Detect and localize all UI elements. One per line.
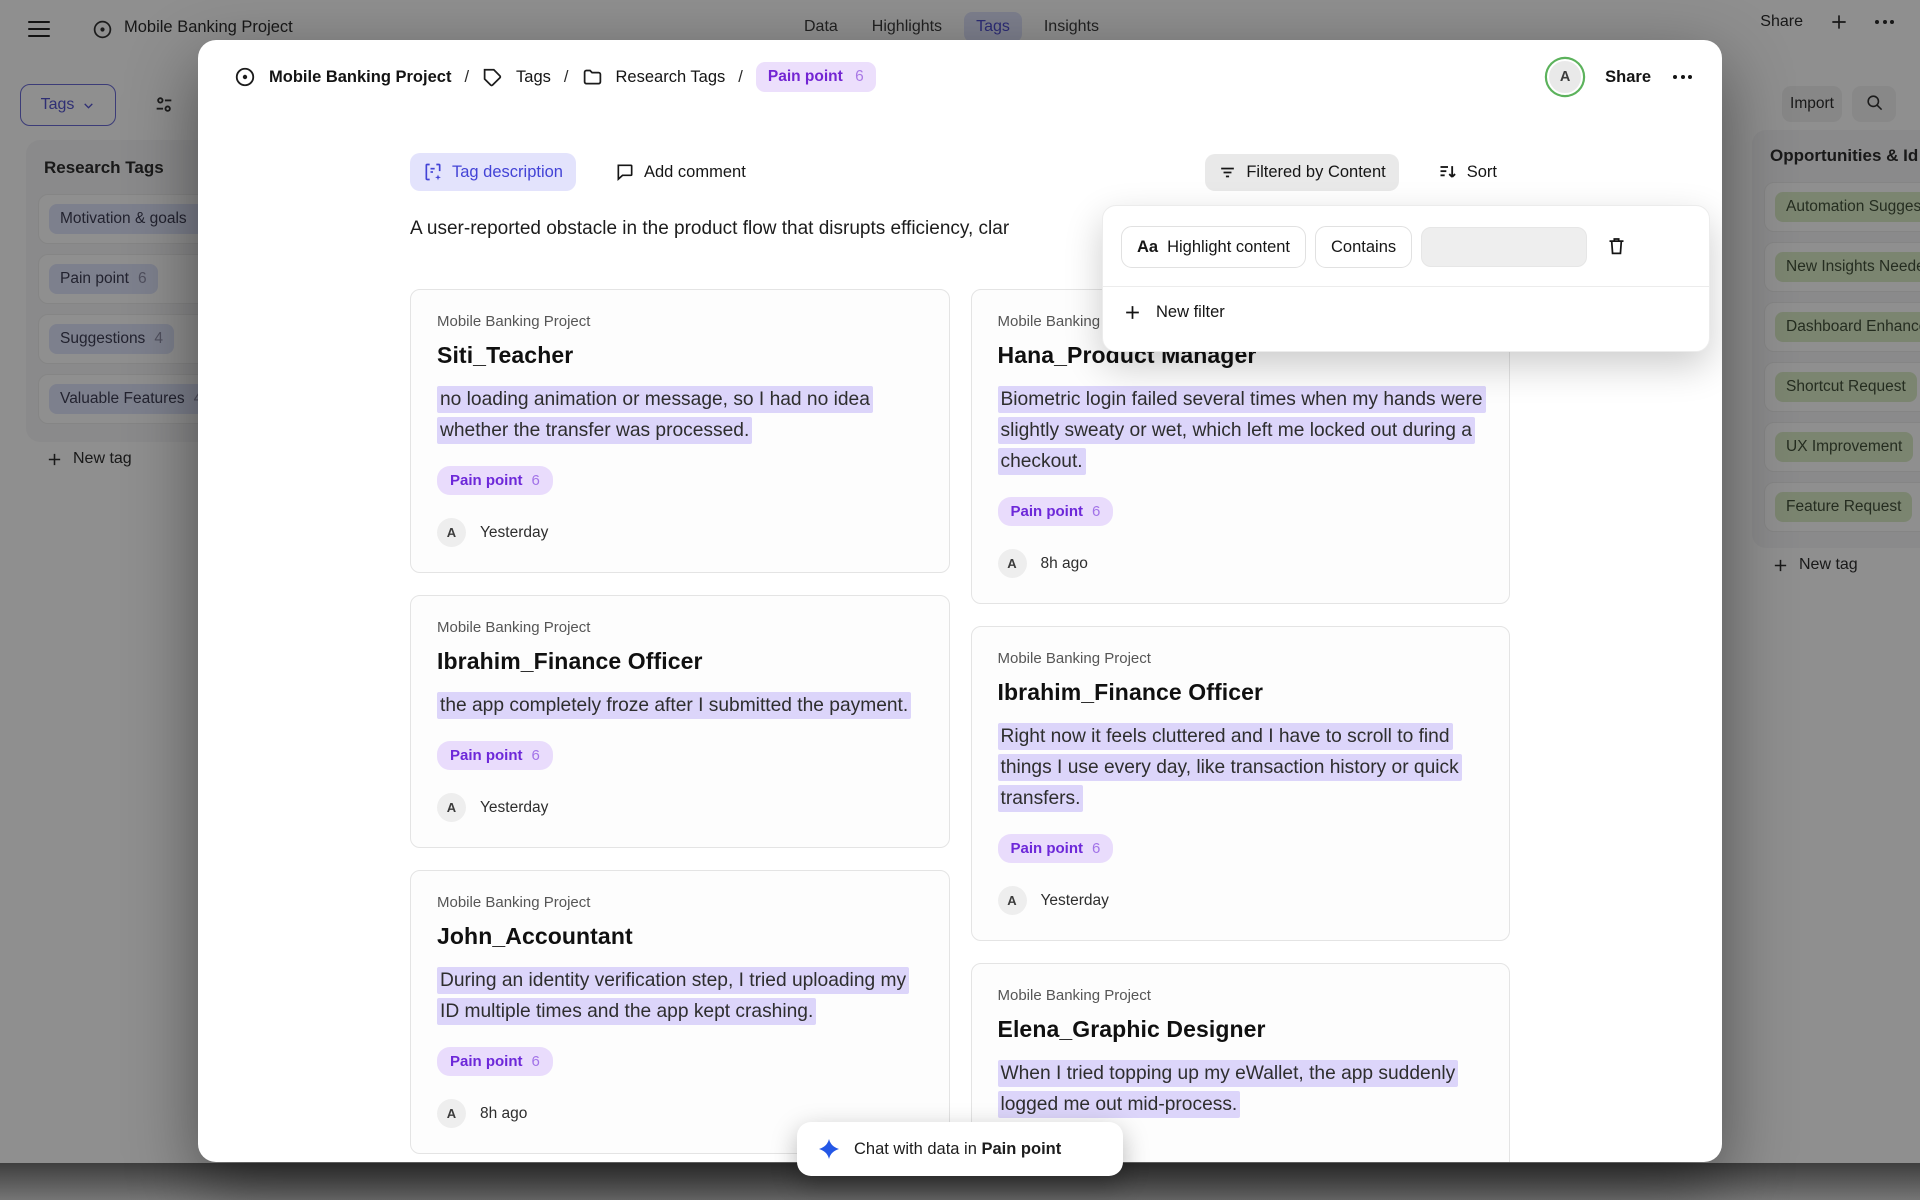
card-project-label: Mobile Banking Project [437,619,590,636]
highlight-cards-grid: Mobile Banking Project Siti_Teacher no l… [410,289,1510,1162]
new-filter-label: New filter [1156,303,1225,322]
card-project-label: Mobile Banking Project [998,987,1151,1004]
tag-detail-modal: Mobile Banking Project / Tags / Research… [198,40,1722,1162]
avatar: A [437,1099,466,1128]
highlight-card[interactable]: Mobile Banking Project John_Accountant D… [410,870,950,1154]
trash-icon[interactable] [1606,235,1627,259]
card-tag-pill: Pain point6 [437,1047,553,1076]
card-highlight-text: the app completely froze after I submitt… [437,690,923,721]
filter-field-selector[interactable]: Aa Highlight content [1121,226,1306,268]
chat-bar-text: Chat with data in Pain point [854,1140,1061,1159]
card-title: Ibrahim_Finance Officer [998,679,1484,706]
filtered-by-content-button[interactable]: Filtered by Content [1205,154,1398,191]
card-title: John_Accountant [437,923,923,950]
filtered-by-label: Filtered by Content [1246,163,1385,182]
card-project-label: Mobile Banking Project [437,313,590,330]
tag-description-button[interactable]: Tag description [410,153,576,191]
avatar: A [998,886,1027,915]
avatar: A [998,549,1027,578]
filter-panel: Aa Highlight content Contains New filter [1102,205,1710,352]
comment-icon [615,162,635,182]
project-icon [234,66,256,88]
description-icon [423,162,443,182]
card-meta: A Yesterday [437,793,923,822]
card-tag-pill: Pain point6 [437,466,553,495]
filter-value-input[interactable] [1421,227,1587,267]
chat-with-data-bar[interactable]: Chat with data in Pain point [797,1122,1123,1176]
highlight-card[interactable]: Mobile Banking Project Ibrahim_Finance O… [410,595,950,848]
card-title: Elena_Graphic Designer [998,1016,1484,1043]
card-project-label: Mobile Banking Project [998,650,1151,667]
card-highlight-text: Biometric login failed several times whe… [998,384,1484,477]
card-tag-pill: Pain point6 [437,741,553,770]
sort-button[interactable]: Sort [1425,153,1510,191]
sort-icon [1438,162,1458,182]
avatar: A [437,793,466,822]
filter-field-label: Highlight content [1167,238,1290,257]
card-highlight-text: Right now it feels cluttered and I have … [998,721,1484,814]
cards-column-left: Mobile Banking Project Siti_Teacher no l… [410,289,950,1162]
card-meta: A Yesterday [998,886,1484,915]
card-title: Siti_Teacher [437,342,923,369]
card-timestamp: Yesterday [480,524,548,542]
new-filter-button[interactable]: New filter [1123,303,1225,322]
card-timestamp: 8h ago [1041,555,1088,573]
filter-icon [1218,163,1237,182]
highlight-card[interactable]: Mobile Banking Project Ibrahim_Finance O… [971,626,1511,941]
cards-column-right: Mobile Banking Project Hana_Product Mana… [971,289,1511,1162]
card-highlight-text: no loading animation or message, so I ha… [437,384,923,446]
card-tag-pill: Pain point6 [998,497,1114,526]
highlight-card[interactable]: Mobile Banking Project Siti_Teacher no l… [410,289,950,573]
divider [1103,286,1709,287]
share-button[interactable]: Share [1605,68,1651,87]
modal-toolbar: Tag description Add comment Filtered by … [410,151,1510,193]
aa-icon: Aa [1137,238,1158,257]
sort-label: Sort [1467,163,1497,182]
card-title: Ibrahim_Finance Officer [437,648,923,675]
card-meta: A 8h ago [998,549,1484,578]
card-meta: A Yesterday [437,518,923,547]
tag-description-label: Tag description [452,163,563,182]
tag-description-text: A user-reported obstacle in the product … [410,218,1009,240]
avatar[interactable]: A [1547,59,1583,95]
add-comment-button[interactable]: Add comment [602,153,759,191]
card-timestamp: 8h ago [480,1105,527,1123]
card-highlight-text: When I tried topping up my eWallet, the … [998,1058,1484,1120]
sparkle-icon [817,1137,841,1161]
card-highlight-text: During an identity verification step, I … [437,965,923,1027]
more-options-icon[interactable] [1673,75,1692,79]
card-timestamp: Yesterday [480,799,548,817]
card-timestamp: Yesterday [1041,892,1109,910]
add-comment-label: Add comment [644,163,746,182]
filter-operator-selector[interactable]: Contains [1315,226,1412,268]
card-tag-pill: Pain point6 [998,834,1114,863]
plus-icon [1123,303,1142,322]
avatar: A [437,518,466,547]
card-project-label: Mobile Banking Project [437,894,590,911]
